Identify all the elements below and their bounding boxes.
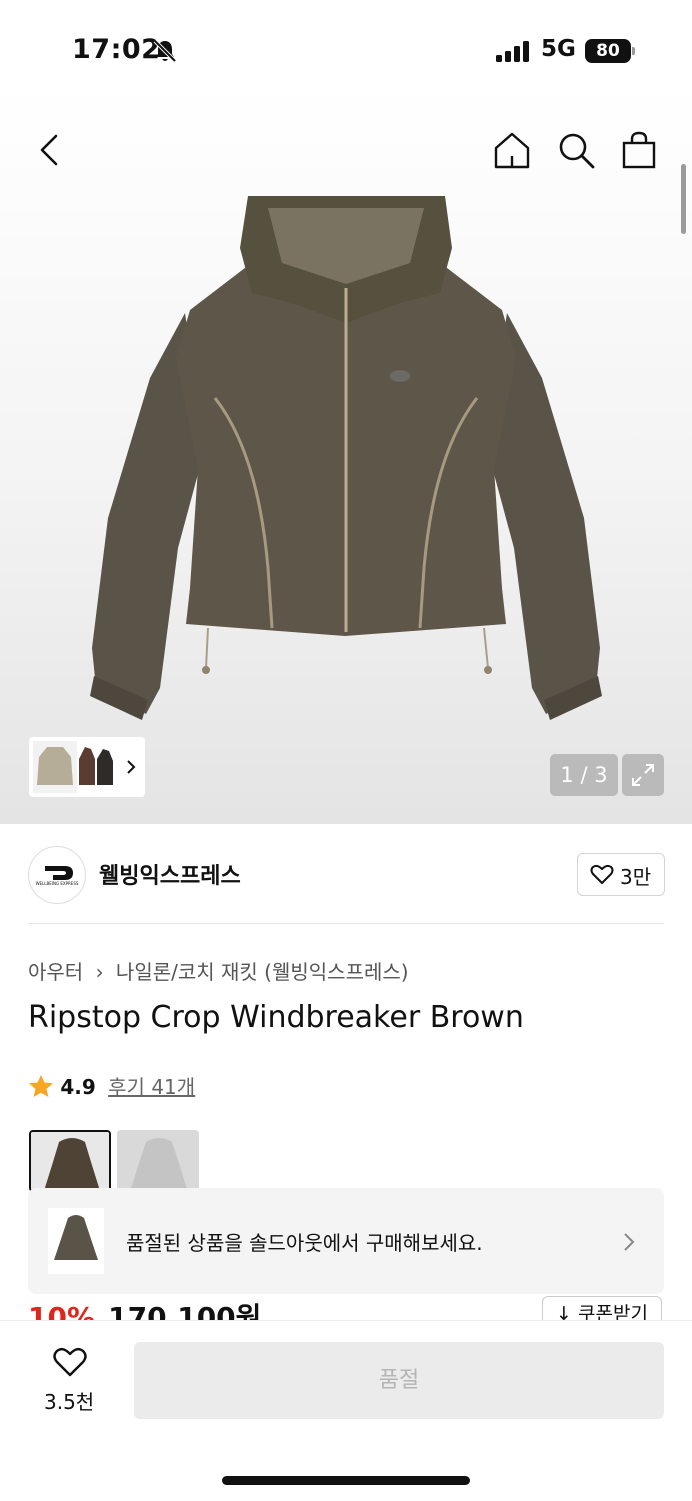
heart-icon [590,864,614,884]
rating-row: 4.9 후기 41개 [28,1071,195,1100]
coupon-button[interactable]: ↓ 쿠폰받기 [542,1296,662,1320]
wishlist-count: 3.5천 [44,1390,95,1414]
star-icon [29,1075,53,1097]
product-title: Ripstop Crop Windbreaker Brown [28,1000,524,1035]
brand-name[interactable]: 웰빙익스프레스 [99,858,241,890]
swatch-brown-image [31,1132,109,1190]
expand-icon[interactable] [622,754,664,796]
buy-button-soldout[interactable]: 품절 [134,1342,664,1419]
color-swatch-gray[interactable] [117,1130,199,1192]
color-swatch-brown[interactable] [29,1130,111,1192]
scroll-indicator [681,164,686,234]
soldout-banner-text: 품절된 상품을 솔드아웃에서 구매해보세요. [126,1231,483,1255]
wishlist-heart-icon[interactable] [52,1346,88,1378]
breadcrumb: 아우터 › 나일론/코치 재킷 (웰빙익스프레스) [28,956,409,985]
banner-product-image [48,1208,104,1274]
breadcrumb-category[interactable]: 아우터 [28,960,83,984]
rating-value: 4.9 [60,1075,96,1099]
home-indicator [222,1476,470,1485]
network-label: 5G [541,36,576,62]
divider [28,923,664,924]
breadcrumb-separator: › [95,960,104,984]
home-icon[interactable] [492,130,532,170]
chevron-right-icon [127,760,136,774]
price-amount: 170,100원 [108,1301,262,1320]
reviews-link[interactable]: 후기 41개 [108,1075,195,1099]
product-image[interactable] [0,88,692,824]
brand-logo[interactable]: WELLBEING EXPRESS [28,846,86,904]
search-icon[interactable] [556,130,596,170]
signal-icon [496,41,529,62]
discount-rate: 10% [28,1301,96,1320]
jacket-image [90,196,602,720]
shopping-bag-icon[interactable] [619,130,659,170]
color-thumbnails-button[interactable] [29,737,145,797]
swatch-gray-image [117,1130,199,1192]
battery-icon: 80 [585,39,631,63]
price-row: 10% 170,100원 ↓ 쿠폰받기 [28,1296,668,1320]
breadcrumb-subcategory[interactable]: 나일론/코치 재킷 (웰빙익스프레스) [116,960,409,984]
back-icon[interactable] [30,130,70,170]
image-counter: 1 / 3 [550,754,618,796]
status-time: 17:02 [72,34,161,65]
battery-tip [632,47,635,55]
brand-logo-text: WELLBEING EXPRESS [35,881,79,886]
brand-like-count: 3만 [620,865,652,889]
bell-muted-icon [153,39,177,63]
brand-logo-mark [45,866,73,880]
chevron-right-icon [624,1233,635,1251]
